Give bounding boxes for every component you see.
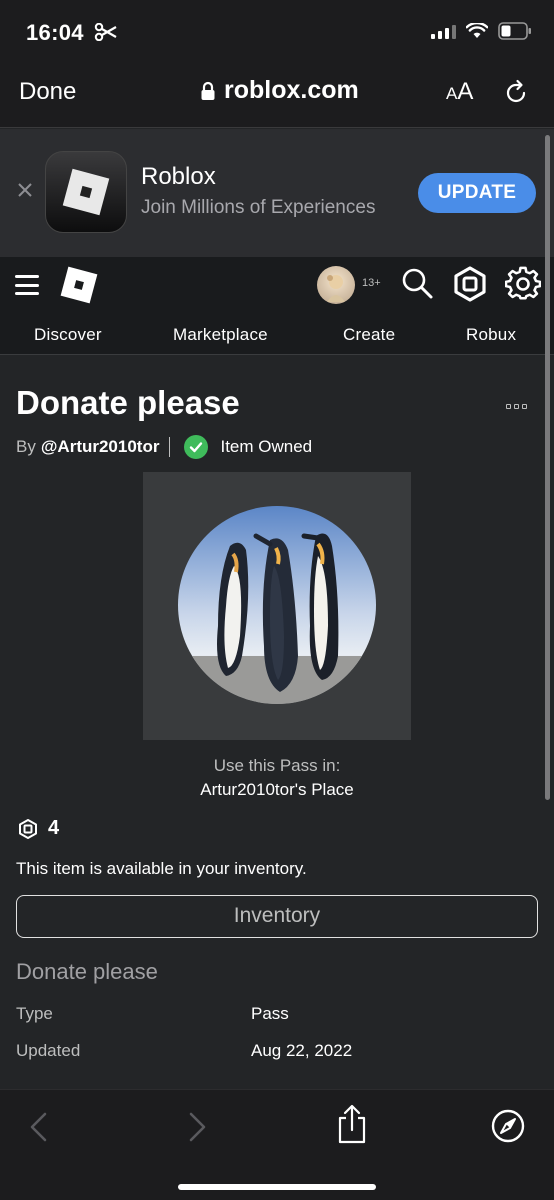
nav-marketplace[interactable]: Marketplace [173, 325, 268, 345]
text-size-button[interactable]: AA [446, 78, 473, 106]
nav-create[interactable]: Create [343, 325, 395, 345]
app-name: Roblox [141, 163, 216, 190]
text-size-small-glyph: A [446, 84, 458, 103]
penguins-image [178, 506, 376, 704]
address-bar[interactable]: roblox.com [200, 76, 359, 105]
more-options-icon[interactable] [506, 404, 527, 409]
app-subtitle: Join Millions of Experiences [141, 197, 376, 218]
browser-toolbar: Done roblox.com AA [0, 64, 554, 128]
detail-value-updated: Aug 22, 2022 [251, 1041, 353, 1060]
url-text: roblox.com [224, 76, 359, 104]
battery-icon [498, 22, 531, 40]
item-thumbnail [143, 472, 411, 740]
scrollbar[interactable] [545, 135, 550, 800]
checkmark-icon [184, 435, 209, 459]
robux-icon [19, 818, 37, 839]
byline: By @Artur2010tor Item Owned [16, 435, 312, 459]
price-value: 4 [48, 817, 60, 839]
update-button[interactable]: UPDATE [418, 173, 536, 213]
roblox-home-logo[interactable] [60, 266, 98, 304]
detail-label-type: Type [16, 1004, 53, 1023]
avatar[interactable] [317, 266, 355, 304]
home-indicator[interactable] [178, 1184, 376, 1190]
details-section-title: Donate please [16, 959, 158, 984]
browser-bottom-toolbar [0, 1089, 554, 1200]
price-row: 4 [18, 817, 59, 840]
lock-icon [201, 81, 215, 100]
share-icon[interactable] [336, 1104, 368, 1144]
avatar-image [327, 275, 345, 302]
place-link[interactable]: Artur2010tor's Place [0, 780, 554, 800]
scissors-icon [95, 22, 117, 42]
text-size-large-glyph: A [457, 78, 474, 105]
status-time: 16:04 [26, 20, 118, 46]
use-pass-label: Use this Pass in: [213, 756, 341, 775]
age-label: 13+ [362, 277, 381, 289]
roblox-logo-icon [62, 168, 110, 216]
done-button[interactable]: Done [19, 78, 76, 106]
wifi-icon [466, 23, 488, 38]
cellular-signal-icon [431, 23, 456, 39]
page-title: Donate please [16, 384, 240, 421]
status-icons [431, 22, 532, 40]
by-prefix: By [16, 437, 36, 456]
site-header: 13+ Discover Marketplace Create Robux [0, 257, 554, 355]
compass-icon[interactable] [491, 1109, 525, 1143]
detail-label-updated: Updated [16, 1041, 81, 1060]
gear-icon[interactable] [505, 266, 541, 302]
back-icon[interactable] [28, 1112, 50, 1142]
menu-icon[interactable] [15, 275, 39, 295]
divider [169, 437, 171, 457]
nav-robux[interactable]: Robux [466, 325, 516, 345]
roblox-app-icon[interactable] [45, 151, 127, 233]
search-icon[interactable] [400, 266, 434, 300]
app-banner: Roblox Join Millions of Experiences UPDA… [0, 129, 554, 257]
status-bar: 16:04 [0, 0, 554, 64]
status-time-text: 16:04 [26, 20, 84, 45]
close-icon[interactable] [16, 181, 34, 199]
robux-icon[interactable] [452, 266, 488, 302]
inventory-button[interactable]: Inventory [16, 895, 538, 938]
owned-status: Item Owned [220, 437, 313, 456]
availability-text: This item is available in your inventory… [16, 859, 307, 878]
nav-discover[interactable]: Discover [34, 325, 102, 345]
detail-value-type: Pass [251, 1004, 289, 1023]
forward-icon[interactable] [186, 1112, 208, 1142]
creator-link[interactable]: @Artur2010tor [41, 437, 160, 457]
reload-icon[interactable] [502, 79, 530, 107]
